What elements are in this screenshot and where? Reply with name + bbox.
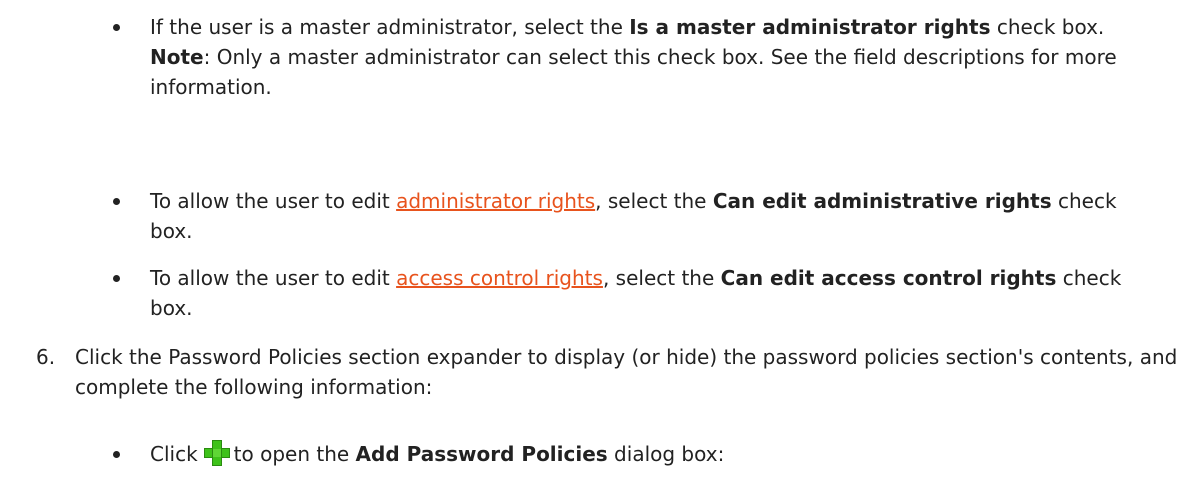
list-item-master-admin: If the user is a master administrator, s… bbox=[150, 12, 1150, 102]
step-text: Click the Password Policies section expa… bbox=[75, 345, 1178, 399]
note-label: Note bbox=[150, 45, 204, 69]
note-text: : Only a master administrator can select… bbox=[150, 45, 1117, 99]
item-text: To allow the user to edit bbox=[150, 266, 397, 290]
item-text: , select the bbox=[602, 266, 721, 290]
field-name-access-control: Can edit access control rights bbox=[720, 266, 1057, 290]
list-item-admin-rights: To allow the user to edit administrator … bbox=[150, 186, 1150, 246]
dialog-name: Add Password Policies bbox=[355, 442, 608, 466]
access-control-rights-link[interactable]: access control rights bbox=[396, 266, 603, 290]
add-plus-icon bbox=[203, 440, 230, 466]
item-text: Click bbox=[150, 442, 198, 466]
field-name-admin-rights: Can edit administrative rights bbox=[712, 189, 1052, 213]
item-text: dialog box: bbox=[607, 442, 725, 466]
step-number: 6. bbox=[36, 345, 56, 369]
item-text: To allow the user to edit bbox=[150, 189, 397, 213]
bullet-marker bbox=[113, 451, 120, 458]
document-page: If the user is a master administrator, s… bbox=[0, 0, 1202, 478]
field-name-master-admin: Is a master administrator rights bbox=[629, 15, 991, 39]
bullet-marker bbox=[113, 24, 120, 31]
item-text: to open the bbox=[233, 442, 356, 466]
list-item-add-password-policies: Click to open the Add Password Policies d… bbox=[150, 439, 1150, 469]
item-text: If the user is a master administrator, s… bbox=[150, 15, 630, 39]
administrator-rights-link[interactable]: administrator rights bbox=[396, 189, 595, 213]
bullet-marker bbox=[113, 198, 120, 205]
bullet-marker bbox=[113, 275, 120, 282]
list-item-access-control: To allow the user to edit access control… bbox=[150, 263, 1150, 323]
item-text: , select the bbox=[595, 189, 713, 213]
item-text: check box. bbox=[990, 15, 1105, 39]
